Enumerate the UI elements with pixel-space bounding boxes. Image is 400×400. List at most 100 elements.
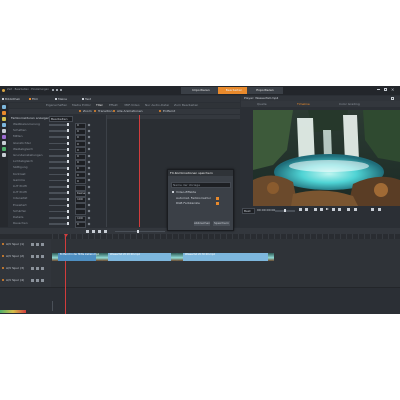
playhead-handle-icon[interactable]	[63, 234, 68, 237]
keyframe-icon[interactable]	[87, 129, 91, 133]
play-icon[interactable]	[326, 208, 329, 210]
step-forward-icon[interactable]	[332, 208, 335, 211]
keyframe-icon[interactable]	[87, 123, 91, 126]
subtab-zoom[interactable]: Zoom	[83, 110, 92, 113]
subtab-all-animations[interactable]: Alle Animationen	[117, 110, 143, 113]
motion-icon[interactable]	[2, 147, 6, 151]
fullscreen-icon[interactable]	[354, 208, 357, 211]
minimize-icon[interactable]	[377, 89, 380, 90]
property-slider[interactable]	[49, 185, 69, 189]
fx-icon[interactable]	[2, 111, 6, 115]
slider-knob[interactable]	[67, 222, 69, 226]
scrub-knob[interactable]	[284, 209, 286, 213]
media-icon[interactable]	[2, 105, 6, 109]
editor-tab-properties[interactable]: Eigenschaften	[46, 104, 67, 107]
library-tab-meine[interactable]: Meine	[55, 97, 67, 101]
scrub-slider[interactable]	[275, 209, 295, 213]
slider-knob[interactable]	[67, 154, 69, 158]
property-slider[interactable]	[49, 172, 69, 176]
step-back-icon[interactable]	[320, 208, 323, 211]
property-slider[interactable]	[49, 203, 69, 207]
transition-icon[interactable]	[2, 123, 6, 127]
keyframe-icon[interactable]	[87, 166, 91, 170]
property-slider[interactable]	[49, 216, 69, 220]
slider-knob[interactable]	[67, 191, 69, 195]
checkbox-checked-icon[interactable]	[216, 197, 219, 200]
tab-export[interactable]: Exportieren	[247, 87, 283, 94]
keyframe-icon[interactable]	[87, 203, 91, 207]
go-to-end-icon[interactable]	[338, 208, 341, 211]
property-slider[interactable]	[49, 141, 69, 145]
subtab-removed[interactable]: Entfernt	[163, 110, 175, 113]
lock-icon[interactable]	[31, 279, 34, 282]
timeline-clip[interactable]: Entfernt in der Mitte ziehen.mp4	[52, 253, 102, 261]
property-slider[interactable]	[49, 129, 69, 133]
loop-icon[interactable]	[299, 208, 302, 211]
slider-knob[interactable]	[67, 123, 69, 127]
magnet-icon[interactable]	[98, 229, 101, 233]
property-slider[interactable]	[49, 197, 69, 201]
player-tab-timeline[interactable]: Timeline	[297, 103, 310, 106]
close-icon[interactable]: ×	[391, 87, 394, 92]
save-button[interactable]: Speichern	[213, 221, 230, 226]
timeline-playhead[interactable]	[65, 234, 66, 314]
keyframe-icon[interactable]	[87, 185, 91, 188]
mute-icon[interactable]	[36, 267, 39, 270]
redo-icon[interactable]	[56, 89, 58, 91]
checkbox-checked-icon[interactable]	[216, 202, 219, 205]
keyframe-icon[interactable]	[87, 141, 91, 145]
marker-icon[interactable]	[104, 229, 107, 233]
slider-knob[interactable]	[67, 185, 69, 189]
keyframe-icon[interactable]	[87, 147, 91, 151]
panel-divider[interactable]	[106, 115, 107, 227]
track-visibility-icon[interactable]	[2, 267, 4, 269]
keyframe-icon[interactable]	[87, 216, 91, 219]
slider-knob[interactable]	[67, 141, 69, 145]
go-to-start-icon[interactable]	[314, 208, 317, 211]
player-tab-source[interactable]: Quelle	[257, 103, 267, 106]
timeline-zoom-slider[interactable]	[115, 229, 165, 233]
audio-icon[interactable]	[41, 267, 44, 270]
slider-knob[interactable]	[67, 216, 69, 220]
zoom-select[interactable]: Best	[242, 208, 255, 214]
lock-icon[interactable]	[31, 267, 34, 270]
mute-icon[interactable]	[36, 255, 39, 258]
settings-icon[interactable]	[378, 208, 381, 211]
audio-icon[interactable]	[41, 243, 44, 246]
timeline-clip[interactable]: Wasserfall 20:20:00.mp4	[102, 253, 177, 261]
lock-icon[interactable]	[31, 243, 34, 246]
library-tab-film[interactable]: Film	[29, 97, 38, 101]
subtab-transition[interactable]: Transition	[98, 110, 113, 113]
editor-tab-editing[interactable]: Zum Bearbeiten	[174, 104, 198, 107]
slider-knob[interactable]	[67, 129, 69, 133]
timeline-clip[interactable]: Wasserfall 20:30:00.mp4	[177, 253, 274, 261]
color-icon[interactable]	[2, 135, 6, 139]
property-slider[interactable]	[49, 222, 69, 226]
mute-icon[interactable]	[36, 279, 39, 282]
keyframe-icon[interactable]	[87, 197, 91, 201]
property-slider[interactable]	[49, 210, 69, 213]
track-visibility-icon[interactable]	[2, 279, 4, 281]
keyframe-icon[interactable]	[87, 160, 91, 164]
track-visibility-icon[interactable]	[2, 255, 4, 257]
keyframe-icon[interactable]	[87, 191, 91, 195]
audio-icon[interactable]	[2, 129, 6, 133]
lock-icon[interactable]	[31, 255, 34, 258]
keyframe-icon[interactable]	[87, 222, 91, 226]
property-slider[interactable]	[49, 179, 69, 182]
property-slider[interactable]	[49, 123, 69, 127]
audio-icon[interactable]	[41, 255, 44, 258]
property-slider[interactable]	[49, 148, 69, 151]
expand-icon[interactable]	[391, 97, 394, 100]
maximize-icon[interactable]	[384, 88, 387, 91]
editor-tab-media-editor[interactable]: Media Editor	[72, 104, 91, 107]
keyframe-icon[interactable]	[87, 209, 91, 213]
timeline-track[interactable]: A/V Spur (4)	[0, 275, 400, 288]
slider-knob[interactable]	[67, 210, 69, 213]
slider-knob[interactable]	[67, 135, 69, 139]
property-slider[interactable]	[49, 154, 69, 158]
slider-knob[interactable]	[67, 148, 69, 151]
timeline-zoom-knob[interactable]	[137, 229, 139, 233]
save-icon[interactable]	[60, 89, 62, 91]
mute-icon[interactable]	[36, 243, 39, 246]
